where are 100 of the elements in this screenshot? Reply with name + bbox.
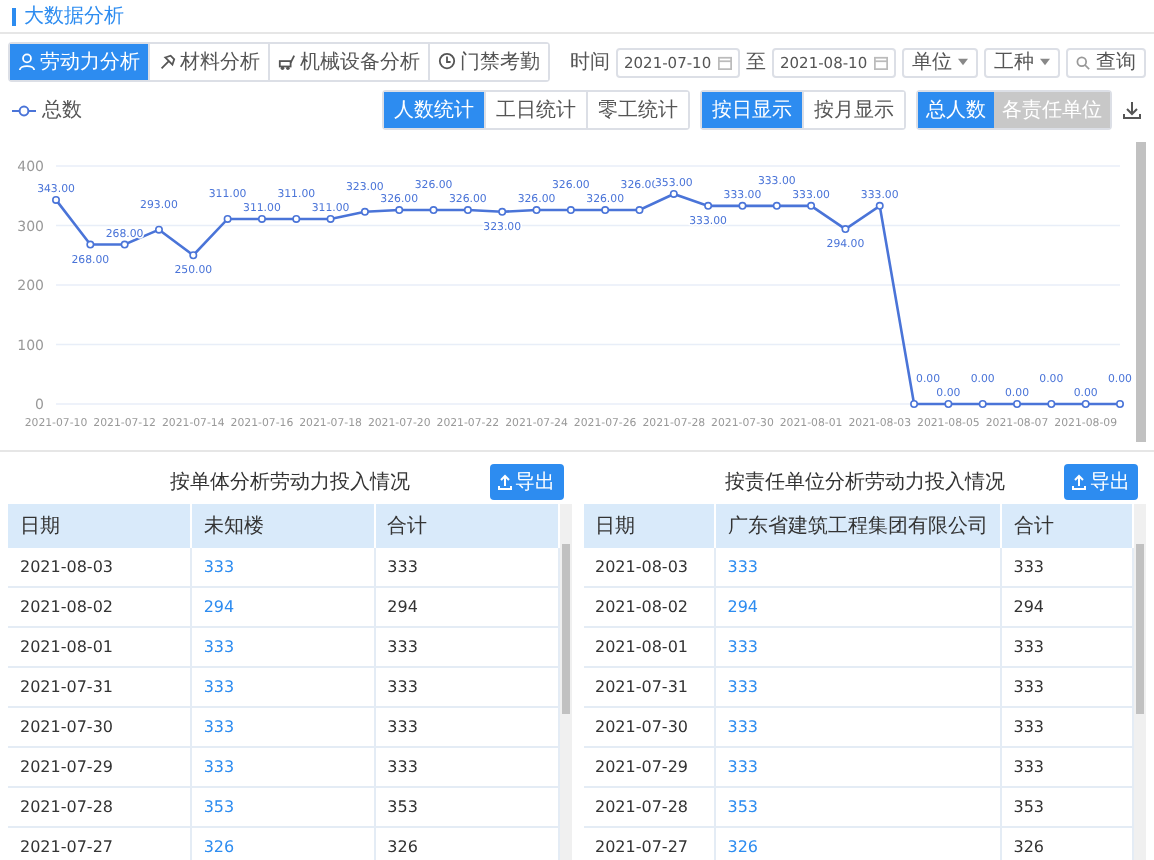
count-link[interactable]: 333 bbox=[203, 638, 235, 656]
calendar-icon bbox=[718, 55, 732, 69]
export-button[interactable]: 导出 bbox=[1064, 464, 1138, 500]
data-point bbox=[807, 201, 816, 210]
column-header: 日期 bbox=[583, 504, 716, 548]
table-cell: 2021-07-30 bbox=[8, 708, 192, 748]
data-point bbox=[463, 206, 472, 215]
data-point bbox=[772, 201, 781, 210]
caret-icon bbox=[1040, 58, 1050, 66]
series-mode-button[interactable]: 总人数 bbox=[918, 92, 994, 128]
table-cell: 2021-07-28 bbox=[8, 788, 192, 828]
count-link[interactable]: 333 bbox=[203, 678, 235, 696]
table-cell: 294 bbox=[375, 588, 559, 628]
table-cell: 333 bbox=[375, 708, 559, 748]
column-header: 未知楼 bbox=[191, 504, 376, 548]
data-point bbox=[1116, 400, 1124, 408]
tab-icon bbox=[438, 52, 456, 72]
stat-mode-button[interactable]: 人数统计 bbox=[384, 92, 486, 128]
calendar-icon bbox=[874, 55, 888, 69]
table-cell: 2021-07-29 bbox=[8, 748, 192, 788]
count-link[interactable]: 333 bbox=[727, 558, 759, 576]
count-link[interactable]: 294 bbox=[203, 598, 235, 616]
page-title: 大数据分析 bbox=[24, 3, 124, 30]
data-point bbox=[1047, 400, 1056, 408]
table-cell: 2021-07-29 bbox=[583, 748, 716, 788]
search-button[interactable]: 查询 bbox=[1066, 47, 1146, 77]
data-point bbox=[944, 400, 953, 408]
count-link[interactable]: 353 bbox=[203, 798, 235, 816]
count-link[interactable]: 333 bbox=[727, 638, 759, 656]
count-link[interactable]: 333 bbox=[727, 678, 759, 696]
data-point bbox=[292, 214, 301, 223]
data-point bbox=[532, 206, 541, 215]
data-point bbox=[154, 225, 163, 234]
table-cell: 2021-08-01 bbox=[8, 628, 192, 668]
legend-line-icon bbox=[12, 103, 36, 117]
data-point bbox=[669, 189, 678, 198]
data-point bbox=[978, 400, 987, 408]
export-button[interactable]: 导出 bbox=[489, 464, 563, 500]
count-link[interactable]: 333 bbox=[203, 758, 235, 776]
upload-icon bbox=[497, 474, 511, 490]
data-point bbox=[635, 206, 644, 215]
caret-icon bbox=[958, 58, 968, 66]
display-mode-button[interactable]: 按日显示 bbox=[702, 92, 804, 128]
scrollbar-thumb[interactable] bbox=[561, 544, 569, 714]
table-title: 按单体分析劳动力投入情况 bbox=[169, 469, 410, 496]
count-link[interactable]: 333 bbox=[727, 718, 759, 736]
data-point bbox=[257, 214, 266, 223]
table-cell: 2021-07-27 bbox=[583, 828, 716, 860]
column-header: 合计 bbox=[375, 504, 559, 548]
count-link[interactable]: 326 bbox=[727, 838, 759, 856]
search-icon bbox=[1076, 55, 1090, 69]
count-link[interactable]: 333 bbox=[203, 558, 235, 576]
scrollbar[interactable] bbox=[1136, 142, 1146, 442]
data-point bbox=[601, 206, 610, 215]
column-header: 日期 bbox=[8, 504, 192, 548]
table-cell: 2021-08-03 bbox=[583, 548, 716, 588]
legend-label: 总数 bbox=[42, 97, 82, 124]
table-cell: 2021-08-01 bbox=[583, 628, 716, 668]
table-cell: 2021-08-02 bbox=[8, 588, 192, 628]
table-cell: 333 bbox=[375, 668, 559, 708]
download-icon[interactable] bbox=[1122, 100, 1142, 120]
count-link[interactable]: 326 bbox=[203, 838, 235, 856]
tab-icon bbox=[18, 52, 36, 72]
data-point bbox=[910, 400, 919, 408]
data-point bbox=[360, 207, 369, 216]
table-cell: 333 bbox=[375, 748, 559, 788]
table-cell: 2021-07-31 bbox=[583, 668, 716, 708]
count-link[interactable]: 294 bbox=[727, 598, 759, 616]
data-point bbox=[395, 206, 404, 215]
data-point bbox=[1013, 400, 1022, 408]
table-cell: 2021-08-03 bbox=[8, 548, 192, 588]
table-cell: 2021-07-27 bbox=[8, 828, 192, 860]
data-point bbox=[429, 206, 438, 215]
count-link[interactable]: 333 bbox=[727, 758, 759, 776]
data-point bbox=[875, 201, 884, 210]
table-cell: 333 bbox=[375, 548, 559, 588]
data-point bbox=[86, 240, 95, 249]
table-cell: 2021-07-31 bbox=[8, 668, 192, 708]
data-point bbox=[841, 225, 850, 234]
analysis-tab[interactable]: 劳动力分析 bbox=[10, 44, 150, 80]
time-label: 时间 bbox=[570, 49, 610, 76]
count-link[interactable]: 353 bbox=[727, 798, 759, 816]
count-link[interactable]: 333 bbox=[203, 718, 235, 736]
trade-select[interactable]: 工种 bbox=[984, 47, 1060, 77]
data-point bbox=[223, 214, 232, 223]
table-title: 按责任单位分析劳动力投入情况 bbox=[724, 469, 1005, 496]
table-cell: 333 bbox=[375, 628, 559, 668]
table-cell: 2021-07-30 bbox=[583, 708, 716, 748]
data-point bbox=[738, 201, 747, 210]
scrollbar-thumb[interactable] bbox=[1136, 544, 1144, 714]
column-header: 合计 bbox=[1001, 504, 1134, 548]
table-cell: 2021-08-02 bbox=[583, 588, 716, 628]
data-point bbox=[498, 207, 507, 216]
data-point bbox=[326, 214, 335, 223]
unit-select[interactable]: 单位 bbox=[902, 47, 978, 77]
upload-icon bbox=[1072, 474, 1086, 490]
tab-icon bbox=[158, 52, 176, 72]
data-point bbox=[189, 251, 198, 260]
data-point bbox=[52, 195, 60, 204]
data-point bbox=[566, 206, 575, 215]
